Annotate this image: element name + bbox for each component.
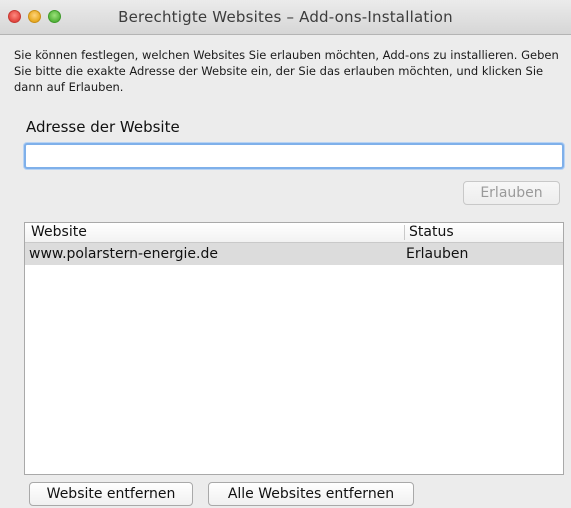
title-bar[interactable]: Berechtigte Websites – Add-ons-Installat… (0, 0, 571, 35)
remove-website-button[interactable]: Website entfernen (29, 482, 193, 506)
row-status-cell: Erlauben (406, 246, 469, 262)
description-text: Sie können festlegen, welchen Websites S… (14, 48, 559, 94)
allow-button[interactable]: Erlauben (463, 181, 560, 205)
table-header: Website Status (25, 223, 563, 243)
websites-table: Website Status www.polarstern-energie.de… (24, 222, 564, 475)
row-website-cell: www.polarstern-energie.de (29, 246, 218, 262)
remove-all-websites-button[interactable]: Alle Websites entfernen (208, 482, 414, 506)
column-header-website[interactable]: Website (31, 223, 87, 242)
website-address-input[interactable] (24, 143, 564, 169)
column-header-status[interactable]: Status (404, 225, 454, 240)
table-row[interactable]: www.polarstern-energie.de Erlauben (25, 243, 563, 265)
window-title: Berechtigte Websites – Add-ons-Installat… (118, 8, 453, 26)
address-label: Adresse der Website (26, 118, 180, 136)
permissions-dialog: Berechtigte Websites – Add-ons-Installat… (0, 0, 571, 508)
